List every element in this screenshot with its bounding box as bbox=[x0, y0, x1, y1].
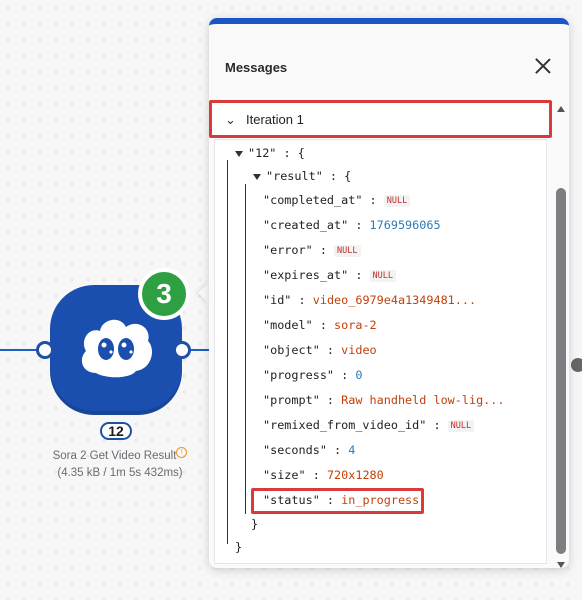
tree-row[interactable]: "progress" : 0 bbox=[263, 368, 362, 382]
tree-row[interactable]: "object" : video bbox=[263, 343, 377, 357]
tree-row[interactable]: "error" : NULL bbox=[263, 243, 361, 257]
output-connection-line bbox=[190, 349, 210, 351]
tree-value: 4 bbox=[348, 443, 356, 457]
tree-key: "prompt" bbox=[263, 393, 320, 407]
expand-triangle-icon[interactable] bbox=[235, 150, 243, 157]
tree-row[interactable]: "expires_at" : NULL bbox=[263, 268, 397, 282]
tree-row[interactable]: "model" : sora-2 bbox=[263, 318, 377, 332]
iteration-header[interactable]: ⌄ Iteration 1 bbox=[209, 100, 552, 138]
tree-close-brace: } bbox=[235, 540, 243, 554]
node-title: Sora 2 Get Video Result! bbox=[30, 447, 210, 462]
input-connector-dot[interactable] bbox=[36, 341, 54, 359]
null-badge: NULL bbox=[383, 194, 411, 207]
tree-key: "size" bbox=[263, 468, 306, 482]
operations-badge[interactable]: 3 bbox=[138, 268, 190, 320]
tree-guide-line bbox=[245, 184, 246, 514]
tree-close-brace: } bbox=[251, 517, 259, 531]
tree-value: 720x1280 bbox=[326, 468, 384, 482]
tree-row[interactable]: "prompt" : Raw handheld low-lig... bbox=[263, 393, 505, 407]
null-badge: NULL bbox=[334, 244, 361, 257]
close-button[interactable] bbox=[531, 54, 555, 78]
sora-cloud-icon bbox=[81, 319, 152, 378]
scroll-up-arrow[interactable] bbox=[557, 106, 565, 112]
tree-row[interactable]: "id" : video_6979e4a1349481... bbox=[263, 293, 476, 307]
tree-value: 0 bbox=[355, 368, 363, 382]
null-badge: NULL bbox=[447, 419, 475, 432]
messages-panel: Messages ⌄ Iteration 1 "12" : { "result"… bbox=[209, 18, 569, 568]
tree-guide-line bbox=[227, 160, 228, 544]
iteration-label: Iteration 1 bbox=[246, 112, 304, 127]
operation-count-pill[interactable]: 12 bbox=[100, 422, 132, 440]
node-subtitle: (4.35 kB / 1m 5s 432ms) bbox=[57, 467, 183, 479]
tree-value: Raw handheld low-lig... bbox=[341, 393, 505, 407]
tree-key: "expires_at" bbox=[263, 268, 349, 282]
tree-root-row[interactable]: "12" : { bbox=[235, 146, 305, 160]
tree-key: "result" bbox=[266, 169, 323, 183]
warning-icon[interactable]: ! bbox=[176, 447, 188, 458]
null-badge: NULL bbox=[369, 269, 397, 282]
tree-key: "id" bbox=[263, 293, 292, 307]
tree-value: 1769596065 bbox=[369, 218, 441, 232]
tree-key: "12" bbox=[248, 146, 277, 160]
tree-value: sora-2 bbox=[334, 318, 377, 332]
tree-row[interactable]: "seconds" : 4 bbox=[263, 443, 355, 457]
panel-title: Messages bbox=[225, 60, 288, 75]
tree-key: "created_at" bbox=[263, 218, 349, 232]
tree-key: "seconds" bbox=[263, 443, 327, 457]
tree-key: "completed_at" bbox=[263, 193, 363, 207]
gear-icon[interactable] bbox=[571, 358, 582, 372]
scroll-down-arrow[interactable] bbox=[557, 562, 565, 568]
tree-row[interactable]: "remixed_from_video_id" : NULL bbox=[263, 418, 475, 432]
tree-row[interactable]: "size" : 720x1280 bbox=[263, 468, 384, 482]
tree-key: "progress" bbox=[263, 368, 335, 382]
tree-key: "object" bbox=[263, 343, 320, 357]
tree-value: video bbox=[341, 343, 377, 357]
expand-triangle-icon[interactable] bbox=[253, 173, 261, 180]
tree-value: video_6979e4a1349481... bbox=[312, 293, 477, 307]
tree-row[interactable]: "created_at" : 1769596065 bbox=[263, 218, 441, 232]
tree-key: "model" bbox=[263, 318, 313, 332]
chevron-down-icon: ⌄ bbox=[225, 112, 236, 127]
output-connector-dot[interactable] bbox=[173, 341, 191, 359]
tree-result-row[interactable]: "result" : { bbox=[253, 169, 351, 183]
tree-key: "remixed_from_video_id" bbox=[263, 418, 427, 432]
input-connection-line bbox=[0, 349, 40, 351]
tree-key: "error" bbox=[263, 243, 313, 257]
scrollbar-thumb[interactable] bbox=[556, 188, 566, 554]
status-highlight-box bbox=[251, 488, 424, 514]
tree-row[interactable]: "completed_at" : NULL bbox=[263, 193, 411, 207]
node-title-text: Sora 2 Get Video Result bbox=[52, 449, 177, 462]
